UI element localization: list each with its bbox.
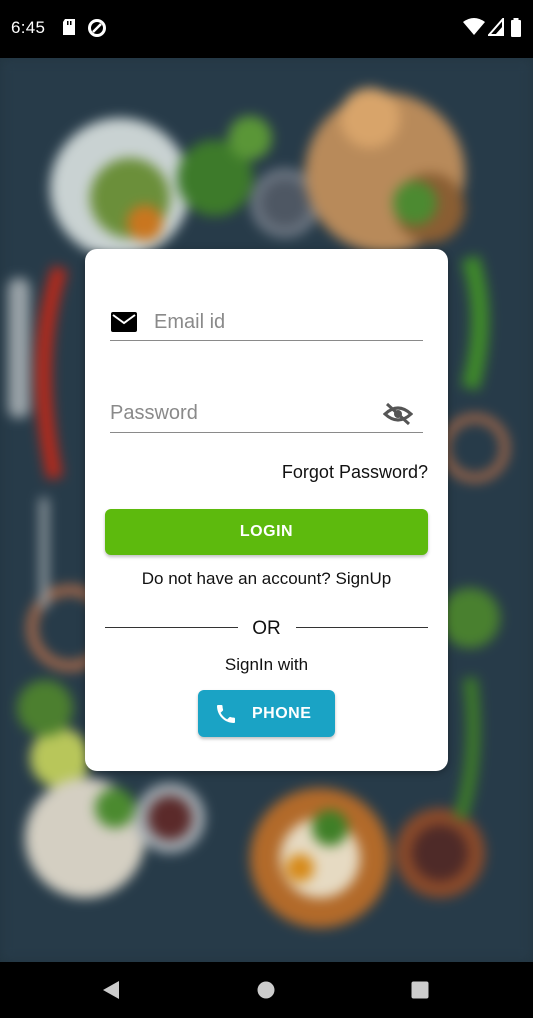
or-label: OR [252, 618, 281, 639]
sd-card-icon [61, 18, 77, 41]
visibility-off-icon[interactable] [382, 402, 414, 431]
phone-button-label: PHONE [252, 705, 312, 722]
status-time: 6:45 [11, 18, 46, 37]
email-input[interactable]: Email id [154, 311, 225, 334]
back-icon[interactable] [101, 980, 121, 1005]
password-field[interactable]: Password [110, 398, 423, 433]
recents-icon[interactable] [411, 981, 429, 1004]
signin-with-label: SignIn with [224, 655, 309, 674]
email-field[interactable]: Email id [110, 307, 423, 341]
or-divider: OR [105, 618, 428, 642]
forgot-password-link[interactable]: Forgot Password? [282, 462, 428, 483]
status-bar: 6:45 [0, 0, 533, 58]
home-icon[interactable] [257, 981, 275, 1004]
login-button[interactable]: LOGIN [105, 509, 428, 555]
battery-icon [510, 18, 522, 43]
data-saver-icon [87, 18, 107, 43]
mail-icon [110, 311, 138, 338]
login-card: Email id Password Forgot Password? LOGIN… [85, 249, 448, 771]
cellular-signal-icon [486, 16, 504, 41]
phone-icon [214, 702, 238, 731]
wifi-icon [463, 18, 485, 41]
navigation-bar [0, 962, 533, 1018]
password-input[interactable]: Password [110, 402, 198, 425]
signup-link[interactable]: Do not have an account? SignUp [85, 569, 448, 589]
phone-signin-button[interactable]: PHONE [198, 690, 335, 737]
